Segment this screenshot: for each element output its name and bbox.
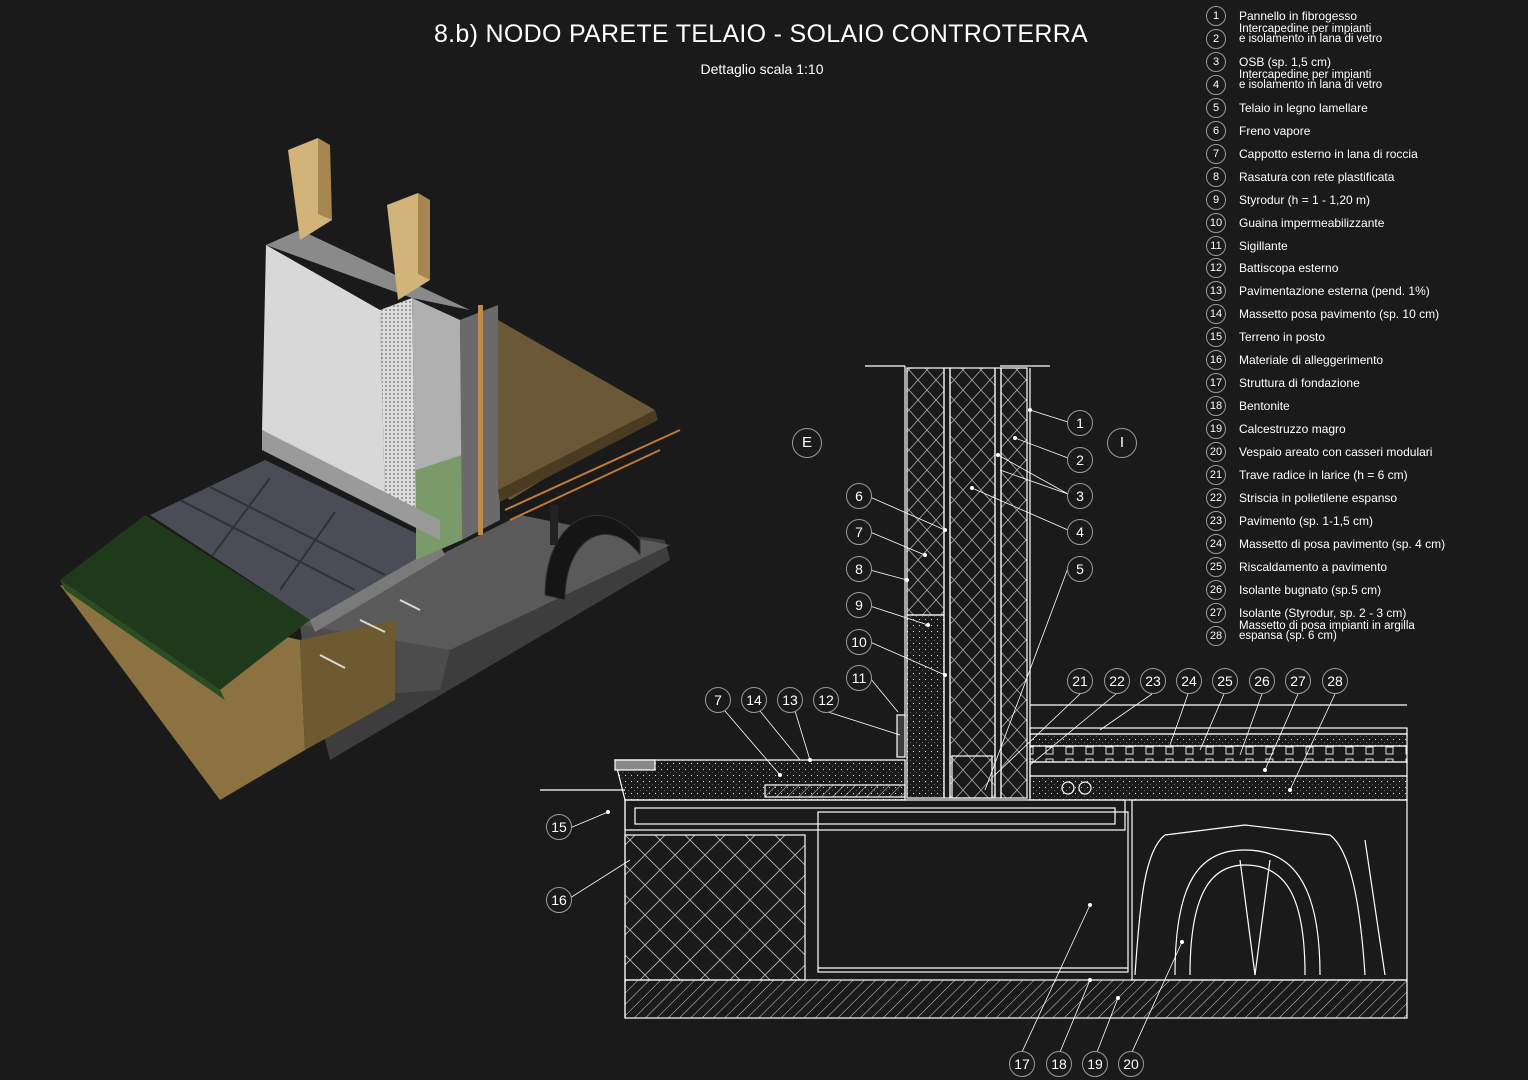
callout-7: 7 bbox=[846, 519, 872, 545]
lightweight-fill bbox=[624, 834, 806, 981]
callout-17: 17 bbox=[1009, 1051, 1035, 1077]
callout-12: 12 bbox=[813, 687, 839, 713]
callout-11: 11 bbox=[846, 665, 872, 691]
callout-3: 3 bbox=[1067, 483, 1093, 509]
callout-6: 6 bbox=[846, 483, 872, 509]
callout-23: 23 bbox=[1140, 668, 1166, 694]
callout-25: 25 bbox=[1212, 668, 1238, 694]
foundation-structure bbox=[817, 811, 1129, 973]
radiant-heating-layer bbox=[1029, 745, 1408, 763]
styrodur-insulation bbox=[906, 614, 945, 799]
lean-concrete bbox=[624, 979, 1408, 1019]
callout-15: 15 bbox=[546, 814, 572, 840]
callout-8: 8 bbox=[846, 556, 872, 582]
interior-side-label: I bbox=[1107, 428, 1137, 458]
callout-14: 14 bbox=[741, 687, 767, 713]
callout-4: 4 bbox=[1067, 519, 1093, 545]
callout-9: 9 bbox=[846, 592, 872, 618]
section-drawing bbox=[540, 365, 1408, 1053]
callout-24: 24 bbox=[1176, 668, 1202, 694]
callout-13: 13 bbox=[777, 687, 803, 713]
ventilated-crawlspace bbox=[1131, 799, 1408, 981]
wall-cappotto bbox=[906, 367, 945, 616]
callout-10: 10 bbox=[846, 629, 872, 655]
wall-frame-insulation bbox=[949, 367, 996, 799]
foundation-beam bbox=[624, 799, 1126, 831]
callout-21: 21 bbox=[1067, 668, 1093, 694]
callout-19: 19 bbox=[1082, 1051, 1108, 1077]
callout-22: 22 bbox=[1104, 668, 1130, 694]
callout-1: 1 bbox=[1067, 410, 1093, 436]
callout-2: 2 bbox=[1067, 447, 1093, 473]
callout-5: 5 bbox=[1067, 556, 1093, 582]
callout-27: 27 bbox=[1285, 668, 1311, 694]
callout-18: 18 bbox=[1046, 1051, 1072, 1077]
wall-inner-service bbox=[1000, 367, 1028, 799]
callout-26: 26 bbox=[1249, 668, 1275, 694]
interior-floor-finish bbox=[1029, 727, 1408, 735]
callout-20: 20 bbox=[1118, 1051, 1144, 1077]
exterior-side-label: E bbox=[792, 428, 822, 458]
callout-28: 28 bbox=[1322, 668, 1348, 694]
callout-7b: 7 bbox=[705, 687, 731, 713]
callout-16: 16 bbox=[546, 887, 572, 913]
services-screed bbox=[1029, 775, 1408, 801]
